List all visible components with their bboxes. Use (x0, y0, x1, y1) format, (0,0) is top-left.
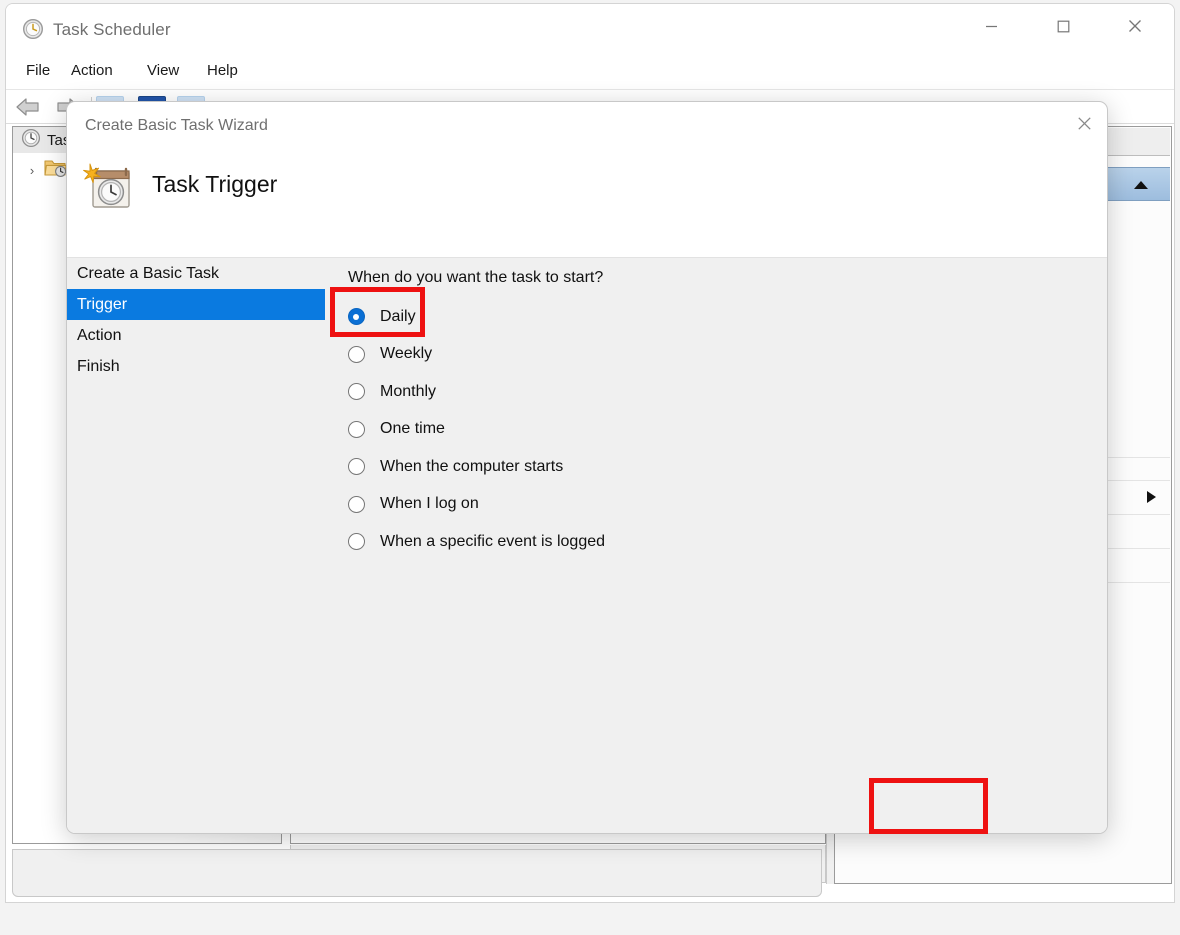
back-arrow-icon[interactable] (14, 96, 42, 123)
radio-label-weekly: Weekly (380, 345, 433, 363)
trigger-radio-group: Daily Weekly Monthly One time When the c… (348, 298, 605, 561)
radio-button-one-time[interactable] (348, 420, 365, 438)
radio-button-when-i-log-on[interactable] (348, 495, 365, 513)
screen: Task Scheduler File Action View Help Tas… (0, 0, 1180, 935)
radio-option-one-time[interactable]: One time (348, 411, 605, 449)
radio-button-when-a-specific-event-is-logged[interactable] (348, 533, 365, 551)
radio-label-when-the-computer-starts: When the computer starts (380, 457, 564, 475)
wizard-step-action[interactable]: Action (67, 320, 325, 351)
radio-label-when-i-log-on: When I log on (380, 495, 479, 513)
window-title: Task Scheduler (53, 20, 171, 39)
wizard-steps-list: Create a Basic Task Trigger Action Finis… (67, 258, 325, 382)
dialog-heading: Task Trigger (152, 171, 278, 197)
window-title-bar: Task Scheduler (6, 4, 1174, 54)
radio-label-one-time: One time (380, 420, 445, 438)
radio-option-when-the-computer-starts[interactable]: When the computer starts (348, 448, 605, 486)
wizard-step-finish[interactable]: Finish (67, 351, 325, 382)
wizard-step-trigger[interactable]: Trigger (67, 289, 325, 320)
radio-button-when-the-computer-starts[interactable] (348, 458, 365, 476)
clock-icon (22, 18, 44, 40)
radio-option-when-a-specific-event-is-logged[interactable]: When a specific event is logged (348, 523, 605, 561)
triangle-up-icon[interactable] (1134, 181, 1148, 189)
radio-option-daily[interactable]: Daily (348, 298, 605, 336)
wizard-step-create-a-basic-task[interactable]: Create a Basic Task (67, 258, 325, 289)
radio-option-when-i-log-on[interactable]: When I log on (348, 486, 605, 524)
wizard-step-label: Action (77, 326, 122, 344)
menu-view[interactable]: View (144, 62, 182, 79)
menu-bar: File Action View Help (6, 54, 1174, 90)
dialog-title: Create Basic Task Wizard (85, 117, 268, 134)
wizard-step-label: Trigger (77, 295, 128, 313)
create-basic-task-wizard-dialog: Create Basic Task Wizard Task Trigger Cr… (66, 101, 1108, 834)
radio-label-daily: Daily (380, 307, 416, 325)
wizard-step-label: Finish (77, 357, 120, 375)
radio-option-weekly[interactable]: Weekly (348, 336, 605, 374)
radio-option-monthly[interactable]: Monthly (348, 373, 605, 411)
menu-help[interactable]: Help (204, 62, 241, 79)
radio-label-monthly: Monthly (380, 382, 437, 400)
chevron-right-icon[interactable]: › (21, 163, 43, 178)
menu-file[interactable]: File (23, 62, 53, 79)
clock-icon (21, 128, 41, 153)
close-button[interactable] (1112, 4, 1158, 48)
dialog-banner: Task Trigger (67, 144, 1107, 257)
radio-button-monthly[interactable] (348, 383, 365, 401)
task-trigger-calendar-clock-icon (80, 158, 138, 221)
triangle-right-icon[interactable] (1147, 491, 1156, 503)
wizard-step-label: Create a Basic Task (77, 264, 219, 282)
dialog-close-button[interactable] (1061, 102, 1107, 144)
radio-label-when-a-specific-event-is-logged: When a specific event is logged (380, 532, 606, 550)
dialog-body: Create a Basic Task Trigger Action Finis… (67, 257, 1107, 833)
radio-button-daily[interactable] (348, 308, 365, 326)
window-footer (12, 849, 822, 897)
radio-button-weekly[interactable] (348, 345, 365, 363)
menu-action[interactable]: Action (68, 62, 116, 79)
minimize-button[interactable] (968, 4, 1014, 48)
trigger-question-label: When do you want the task to start? (348, 269, 604, 286)
maximize-button[interactable] (1040, 4, 1086, 48)
